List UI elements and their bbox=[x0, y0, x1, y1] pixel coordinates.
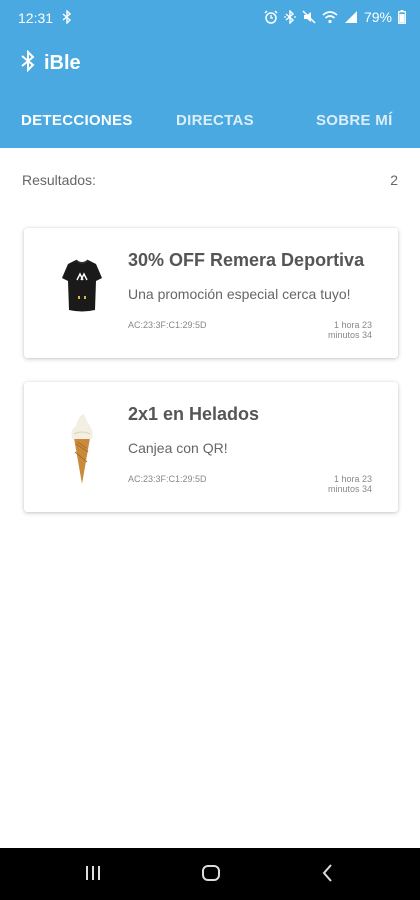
promo-card[interactable]: 30% OFF Remera Deportiva Una promoción e… bbox=[24, 228, 398, 358]
tab-indicator bbox=[0, 145, 140, 148]
back-icon[interactable] bbox=[320, 862, 336, 889]
card-description: Canjea con QR! bbox=[128, 440, 228, 456]
tab-bar: DETECCIONES DIRECTAS SOBRE MÍ bbox=[0, 92, 420, 148]
card-mac-address: AC:23:3F:C1:29:5D bbox=[128, 474, 207, 484]
battery-icon bbox=[398, 10, 406, 24]
card-elapsed-time: 1 hora 23 minutos 34 bbox=[327, 474, 372, 494]
battery-text: 79% bbox=[363, 9, 392, 25]
bluetooth-icon bbox=[20, 49, 36, 77]
card-mac-address: AC:23:3F:C1:29:5D bbox=[128, 320, 207, 330]
bluetooth-icon bbox=[284, 10, 296, 24]
bluetooth-icon bbox=[62, 9, 72, 29]
status-bar: 12:31 79% bbox=[0, 0, 420, 38]
card-title: 30% OFF Remera Deportiva bbox=[128, 250, 365, 270]
status-time: 12:31 bbox=[18, 10, 54, 26]
wifi-icon bbox=[322, 10, 338, 24]
status-icons: 79% bbox=[264, 9, 406, 25]
card-description: Una promoción especial cerca tuyo! bbox=[128, 286, 351, 302]
mute-icon bbox=[302, 10, 316, 24]
tab-detecciones[interactable]: DETECCIONES bbox=[21, 112, 133, 129]
card-elapsed-time: 1 hora 23 minutos 34 bbox=[327, 320, 372, 340]
tshirt-image bbox=[52, 250, 112, 330]
promo-card[interactable]: 2x1 en Helados Canjea con QR! AC:23:3F:C… bbox=[24, 382, 398, 512]
results-label: Resultados: bbox=[22, 172, 96, 188]
app-bar: iBle bbox=[0, 38, 420, 92]
recent-apps-icon[interactable] bbox=[84, 862, 102, 889]
home-icon[interactable] bbox=[200, 862, 222, 889]
signal-icon bbox=[344, 10, 358, 24]
alarm-icon bbox=[264, 10, 278, 24]
tab-sobre-mi[interactable]: SOBRE MÍ bbox=[316, 112, 393, 129]
tab-directas[interactable]: DIRECTAS bbox=[176, 112, 254, 129]
system-nav-bar bbox=[0, 848, 420, 900]
card-title: 2x1 en Helados bbox=[128, 404, 260, 424]
results-count: 2 bbox=[390, 172, 398, 188]
app-title: iBle bbox=[44, 52, 81, 74]
ice-cream-image bbox=[52, 404, 112, 484]
